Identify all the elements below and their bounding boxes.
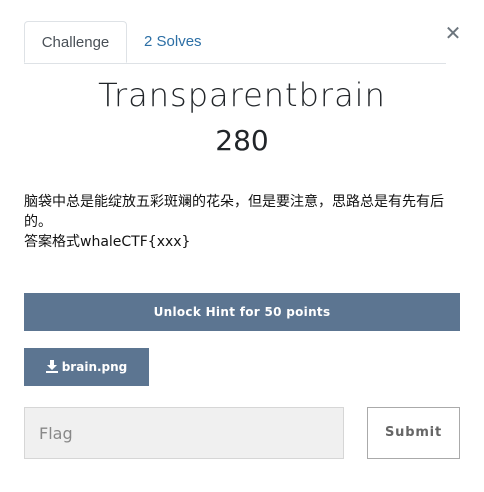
challenge-description: 脑袋中总是能绽放五彩斑斓的花朵，但是要注意，思路总是有先有后的。 答案格式wha…: [24, 192, 454, 252]
tab-solves[interactable]: 2 Solves: [144, 21, 202, 62]
file-name-label: brain.png: [61, 360, 128, 374]
file-download-button[interactable]: brain.png: [24, 348, 149, 386]
description-line: 答案格式whaleCTF{xxx}: [24, 234, 191, 250]
tab-challenge[interactable]: Challenge: [24, 21, 127, 63]
challenge-title: Transparentbrain: [98, 76, 386, 114]
tab-bar: Challenge 2 Solves: [24, 21, 446, 64]
description-line: 脑袋中总是能绽放五彩斑斓的花朵，但是要注意，思路总是有先有后的。: [24, 194, 444, 230]
close-icon[interactable]: ✕: [443, 22, 463, 44]
flag-input[interactable]: [24, 407, 344, 459]
challenge-points: 280: [215, 124, 269, 157]
download-icon: [45, 360, 58, 373]
submit-button[interactable]: Submit: [367, 407, 460, 459]
unlock-hint-button[interactable]: Unlock Hint for 50 points: [24, 293, 460, 331]
